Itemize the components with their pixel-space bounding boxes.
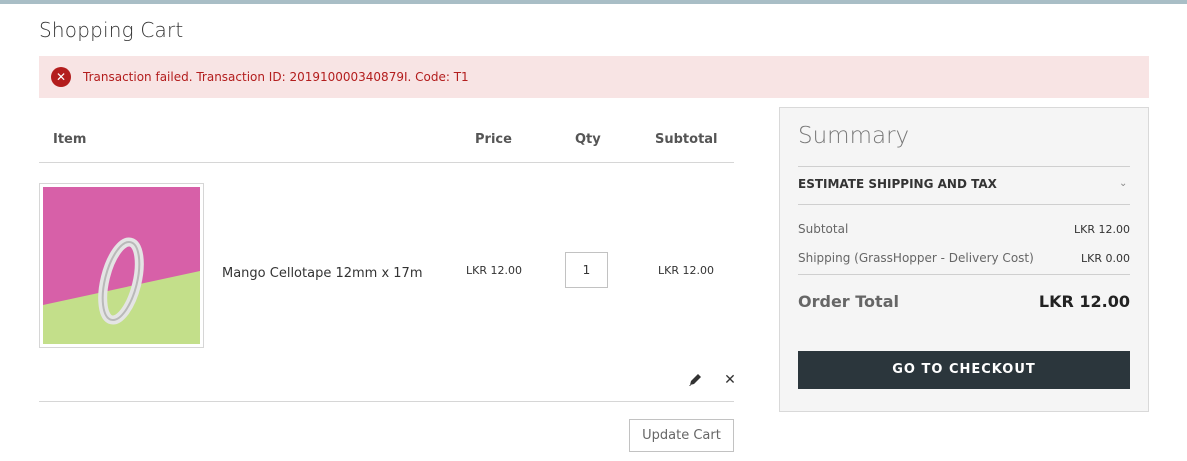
summary-subtotal-label: Subtotal [798,222,849,236]
summary-divider [798,274,1130,275]
column-header-qty: Qty [575,132,601,147]
column-header-subtotal: Subtotal [655,132,718,147]
summary-shipping-value: LKR 0.00 [1081,252,1130,265]
pencil-icon[interactable] [687,372,703,388]
order-total-value: LKR 12.00 [1038,292,1130,311]
error-alert: ✕ Transaction failed. Transaction ID: 20… [39,56,1149,98]
order-total-label: Order Total [798,292,899,311]
alert-message: Transaction failed. Transaction ID: 2019… [83,70,469,84]
column-header-item: Item [53,132,87,147]
product-photo [43,187,200,344]
product-name[interactable]: Mango Cellotape 12mm x 17m [222,266,423,281]
column-header-price: Price [475,132,512,147]
summary-divider [798,204,1130,205]
top-accent-bar [0,0,1187,4]
item-price: LKR 12.00 [466,264,522,277]
checkout-button[interactable]: GO TO CHECKOUT [798,351,1130,389]
summary-shipping-label: Shipping (GrassHopper - Delivery Cost) [798,251,1034,265]
row-divider [39,401,734,402]
quantity-input[interactable] [565,252,608,288]
summary-subtotal-value: LKR 12.00 [1074,223,1130,236]
item-subtotal: LKR 12.00 [658,264,714,277]
summary-title: Summary [798,123,910,149]
error-x-icon: ✕ [51,67,71,87]
close-icon[interactable]: ✕ [723,372,737,388]
page-title: Shopping Cart [39,18,184,42]
update-cart-button[interactable]: Update Cart [629,419,734,452]
order-summary-panel: Summary ESTIMATE SHIPPING AND TAX ⌄ Subt… [779,107,1149,412]
summary-divider [798,166,1130,167]
chevron-down-icon[interactable]: ⌄ [1119,178,1127,189]
cart-table-header: Item Price Qty Subtotal [39,108,734,163]
product-image[interactable] [39,183,204,348]
estimate-shipping-toggle[interactable]: ESTIMATE SHIPPING AND TAX [798,177,997,191]
